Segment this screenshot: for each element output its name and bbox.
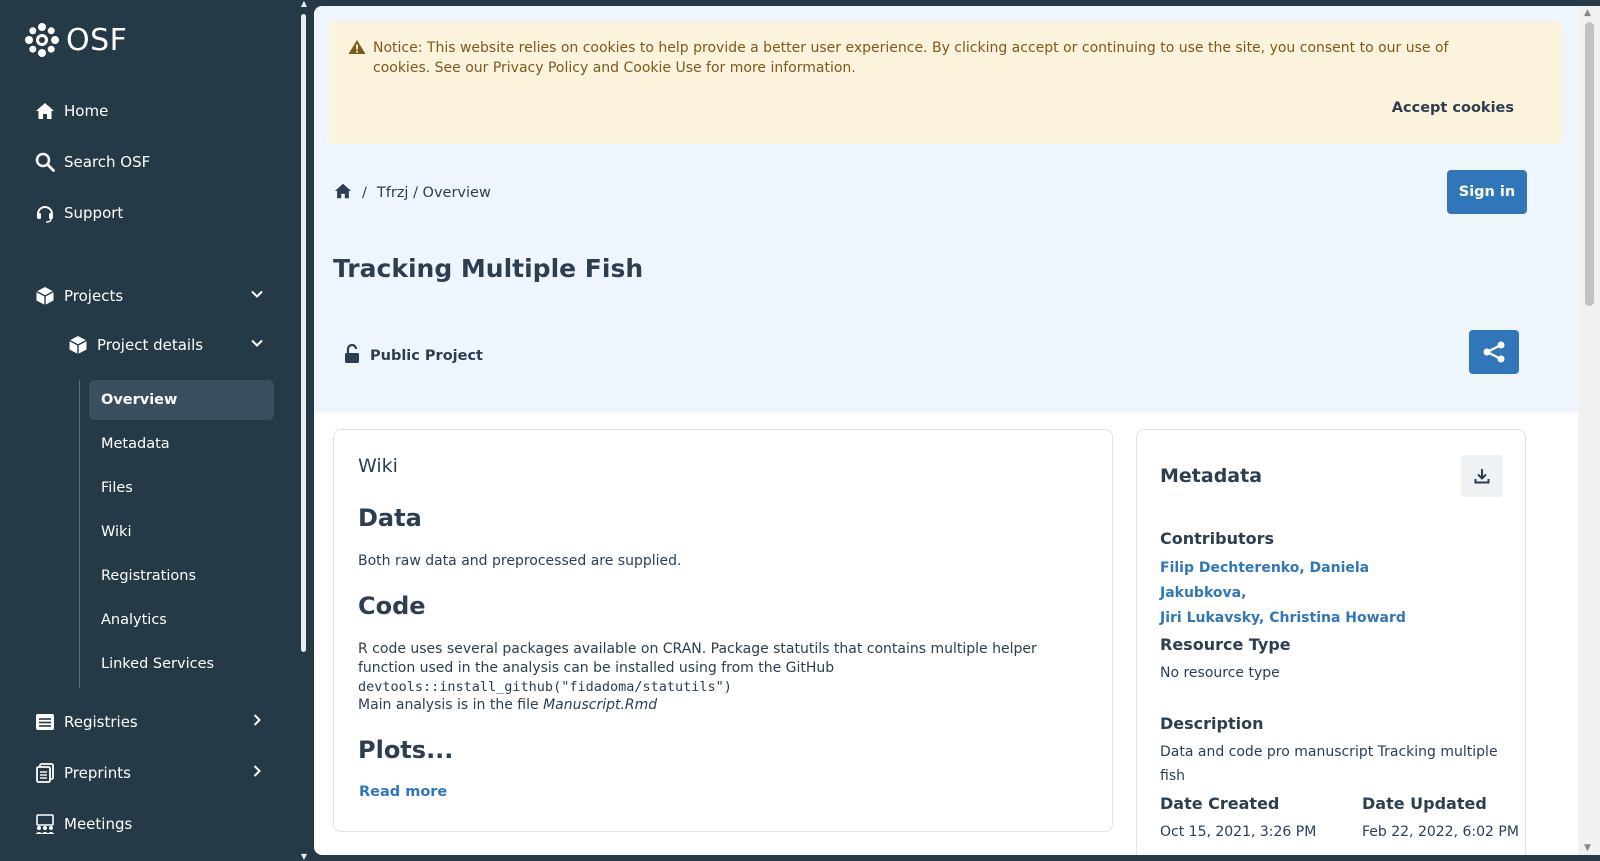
- chevron-down-icon[interactable]: [250, 336, 264, 354]
- nav-registries[interactable]: Registries: [34, 711, 264, 733]
- wiki-code-snippet: devtools::install_github("fidadoma/statu…: [358, 679, 732, 695]
- logo-text: OSF: [66, 22, 128, 58]
- wiki-heading-code: Code: [358, 592, 426, 620]
- home-icon: [34, 100, 56, 122]
- contributors-list: Filip Dechterenko, Daniela Jakubkova, Ji…: [1160, 556, 1450, 631]
- nav-home[interactable]: Home: [34, 100, 264, 122]
- contributors-label: Contributors: [1160, 529, 1275, 548]
- nav-projects-label: Projects: [64, 287, 124, 305]
- warning-icon: [348, 39, 366, 59]
- main-scrollbar[interactable]: ▲ ▼: [1578, 6, 1600, 855]
- sidebar-scroll-thumb[interactable]: [301, 14, 306, 652]
- wiki-heading-data: Data: [358, 504, 422, 532]
- visibility-status: Public Project: [344, 343, 483, 368]
- subnav-files[interactable]: Files: [89, 468, 274, 508]
- breadcrumb-separator: /: [362, 185, 367, 201]
- headset-icon: [34, 202, 56, 224]
- subnav-metadata[interactable]: Metadata: [89, 424, 274, 464]
- subnav-analytics[interactable]: Analytics: [89, 600, 274, 640]
- nav-support[interactable]: Support: [34, 202, 264, 224]
- date-updated-value: Feb 22, 2022, 6:02 PM: [1362, 824, 1519, 840]
- wiki-heading-plots: Plots...: [358, 736, 454, 764]
- visibility-label: Public Project: [370, 348, 483, 364]
- subnav-divider: [79, 380, 80, 688]
- description-label: Description: [1160, 714, 1264, 733]
- download-icon: [1474, 469, 1490, 484]
- subnav-registrations[interactable]: Registrations: [89, 556, 274, 596]
- nav-registries-label: Registries: [64, 713, 138, 731]
- metadata-heading: Metadata: [1160, 465, 1263, 487]
- sidebar-scrollbar[interactable]: ▲ ▼: [300, 0, 308, 861]
- home-icon[interactable]: [334, 182, 352, 204]
- contributor-link[interactable]: Jiri Lukavsky,: [1160, 610, 1264, 626]
- scroll-up-arrow-icon[interactable]: ▲: [1584, 8, 1591, 18]
- nav-support-label: Support: [64, 204, 124, 222]
- scroll-up-arrow-icon[interactable]: ▲: [300, 0, 308, 8]
- subnav-overview[interactable]: Overview: [89, 380, 274, 420]
- unlock-icon: [344, 343, 360, 368]
- search-icon: [34, 151, 56, 173]
- cube-icon: [34, 285, 56, 307]
- wiki-paragraph-data: Both raw data and preprocessed are suppl…: [358, 553, 682, 569]
- date-created-label: Date Created: [1160, 794, 1280, 813]
- resource-type-value: No resource type: [1160, 665, 1280, 681]
- nav-project-details-label: Project details: [97, 336, 204, 354]
- subnav-linked-services[interactable]: Linked Services: [89, 644, 274, 684]
- chevron-down-icon[interactable]: [250, 287, 264, 305]
- scroll-down-arrow-icon[interactable]: ▼: [300, 853, 308, 861]
- preprints-icon: [34, 762, 56, 784]
- nav-home-label: Home: [64, 102, 109, 120]
- nav-preprints-label: Preprints: [64, 764, 131, 782]
- nav-project-details[interactable]: Project details: [67, 334, 264, 356]
- resource-type-label: Resource Type: [1160, 635, 1291, 654]
- contributor-link[interactable]: Christina Howard: [1269, 610, 1406, 626]
- cube-icon: [67, 334, 89, 356]
- date-updated-label: Date Updated: [1362, 794, 1487, 813]
- cookie-banner: Notice: This website relies on cookies t…: [329, 21, 1562, 144]
- wiki-card: Wiki Data Both raw data and preprocessed…: [333, 429, 1113, 832]
- wiki-main-text: Main analysis is in the file: [358, 697, 544, 713]
- wiki-main-file: Manuscript.Rmd: [543, 697, 658, 713]
- chevron-right-icon[interactable]: [250, 713, 264, 731]
- nav-projects[interactable]: Projects: [34, 285, 264, 307]
- metadata-card: Metadata Contributors Filip Dechterenko,…: [1136, 429, 1526, 855]
- wiki-paragraph-main: Main analysis is in the file Manuscript.…: [358, 696, 1088, 715]
- cookie-message: Notice: This website relies on cookies t…: [373, 40, 1449, 76]
- breadcrumb: / Tfrzj / Overview: [334, 182, 491, 204]
- nav-meetings[interactable]: Meetings: [34, 813, 264, 835]
- project-header: Notice: This website relies on cookies t…: [314, 6, 1578, 413]
- scroll-down-arrow-icon[interactable]: ▼: [1584, 843, 1591, 853]
- chevron-right-icon[interactable]: [250, 764, 264, 782]
- date-created-value: Oct 15, 2021, 3:26 PM: [1160, 824, 1317, 840]
- download-metadata-button[interactable]: [1461, 455, 1503, 497]
- breadcrumb-path[interactable]: Tfrzj / Overview: [377, 185, 491, 201]
- nav-search[interactable]: Search OSF: [34, 151, 264, 173]
- wiki-paragraph-code: R code uses several packages available o…: [358, 640, 1088, 697]
- nav-preprints[interactable]: Preprints: [34, 762, 264, 784]
- registries-icon: [34, 711, 56, 733]
- nav-meetings-label: Meetings: [64, 815, 133, 833]
- wiki-code-text: R code uses several packages available o…: [358, 641, 1037, 676]
- subnav-wiki[interactable]: Wiki: [89, 512, 274, 552]
- osf-logo-icon: [25, 23, 59, 57]
- main-scroll-thumb[interactable]: [1585, 22, 1594, 306]
- osf-logo[interactable]: OSF: [24, 22, 127, 58]
- wiki-heading: Wiki: [358, 455, 398, 477]
- contributor-link[interactable]: Filip Dechterenko,: [1160, 560, 1305, 576]
- sidebar: OSF Home Search OSF Support Projects Pro…: [0, 0, 300, 861]
- page-title: Tracking Multiple Fish: [333, 254, 644, 283]
- main-content: Notice: This website relies on cookies t…: [314, 6, 1600, 855]
- read-more-link[interactable]: Read more: [359, 784, 447, 800]
- meetings-icon: [34, 813, 56, 835]
- nav-search-label: Search OSF: [64, 153, 151, 171]
- share-icon: [1483, 341, 1505, 363]
- description-value: Data and code pro manuscript Tracking mu…: [1160, 744, 1498, 784]
- sign-in-button[interactable]: Sign in: [1447, 170, 1527, 214]
- share-button[interactable]: [1469, 330, 1519, 374]
- accept-cookies-button[interactable]: Accept cookies: [1392, 100, 1514, 116]
